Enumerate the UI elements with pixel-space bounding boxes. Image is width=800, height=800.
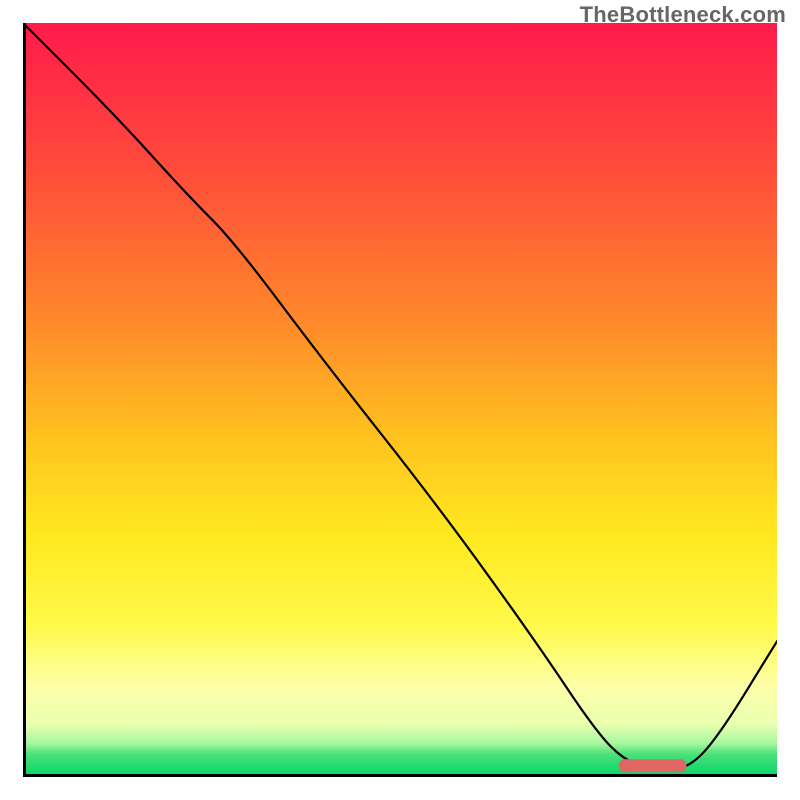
chart-plot-area (23, 23, 777, 777)
gradient-background (23, 23, 777, 777)
optimal-range-marker (619, 759, 687, 772)
bottleneck-line-chart (23, 23, 777, 777)
watermark-text: TheBottleneck.com (580, 2, 786, 28)
